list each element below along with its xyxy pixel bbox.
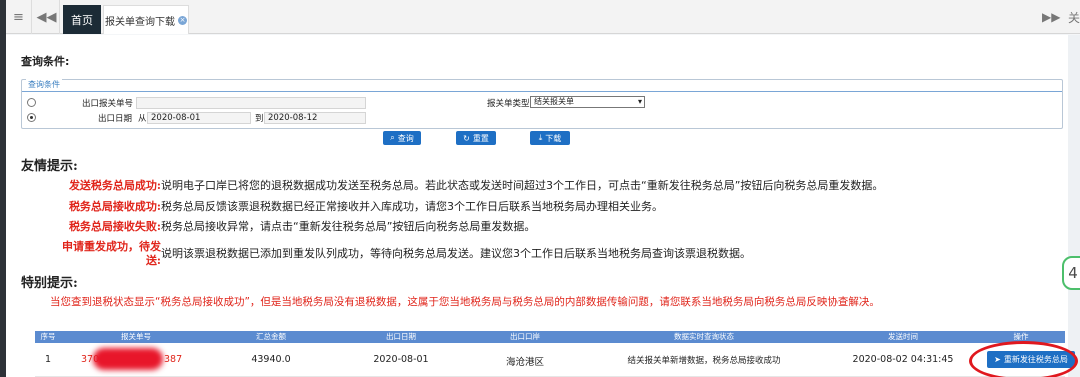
cell-port: 海沧港区 <box>505 357 544 368</box>
download-button[interactable]: ⤓ 下载 <box>530 131 570 145</box>
cell-amount: 43940.0 <box>251 354 291 365</box>
export-no-label: 出口报关单号 <box>82 99 134 109</box>
table-row: 1 370 387 43940.0 2020-08-01 海沧港区 结关报关单新… <box>35 343 1075 377</box>
scroll-right-icon[interactable]: ▶▶ <box>1042 0 1060 34</box>
from-date-input[interactable]: 2020-08-01 <box>147 112 251 124</box>
type-label: 报关单类型 <box>487 99 530 109</box>
friendly-tips-heading: 友情提示: <box>21 159 78 174</box>
declaration-type-select[interactable]: 结关报关单 <box>530 96 645 108</box>
cell-index: 1 <box>44 354 52 365</box>
tip-text: 税务总局反馈该票退税数据已经正常接收并入库成功，请您3个工作日后联系当地税务局办… <box>161 200 663 213</box>
right-gutter <box>1068 35 1080 377</box>
cell-export-date: 2020-08-01 <box>373 354 429 365</box>
radio-export-no[interactable] <box>27 98 36 107</box>
export-date-label: 出口日期 <box>98 114 133 124</box>
close-icon[interactable]: × <box>178 15 187 25</box>
export-no-input[interactable] <box>136 97 366 109</box>
special-tip-text: 当您查到退税状态显示“税务总局接收成功”，但是当地税务局没有退税数据，这属于您当… <box>50 296 880 308</box>
column-header: 出口日期 <box>386 332 416 341</box>
tip-key: 发送税务总局成功: <box>68 179 161 192</box>
divider <box>22 91 1062 92</box>
query-fieldset: 查询条件 出口报关单号 报关单类型 结关报关单 出口日期 从 2020-08-0… <box>21 79 1063 129</box>
fieldset-legend: 查询条件 <box>26 79 62 90</box>
radio-export-date[interactable] <box>27 113 36 122</box>
column-header: 序号 <box>40 332 56 341</box>
tab-home[interactable]: 首页 <box>63 5 101 34</box>
to-label: 到 <box>255 114 264 124</box>
cell-status: 结关报关单新增数据，税务总局接收成功 <box>627 356 781 366</box>
scroll-left-icon[interactable]: ◀◀ <box>34 0 60 34</box>
search-button[interactable]: ⌕ 查询 <box>383 131 421 145</box>
cell-sent-time: 2020-08-02 04:31:45 <box>852 354 954 365</box>
floating-widget[interactable]: 4 <box>1062 256 1080 290</box>
column-header: 出口口岸 <box>510 332 540 341</box>
column-header: 发送时间 <box>888 332 918 341</box>
tip-key: 税务总局接收成功: <box>68 200 161 213</box>
table-header: 序号 报关单号 汇总金额 出口日期 出口口岸 数据实时查询状态 发送时间 操作 <box>35 331 1065 343</box>
column-header: 数据实时查询状态 <box>674 332 734 341</box>
tip-key: 税务总局接收失败: <box>68 220 161 233</box>
tab-label: 报关单查询下载 <box>105 16 175 28</box>
column-header: 报关单号 <box>121 332 151 341</box>
query-title: 查询条件: <box>21 55 70 68</box>
tip-text: 说明该票退税数据已添加到重发队列成功，等待向税务总局发送。建议您3个工作日后联系… <box>161 247 751 260</box>
column-header: 汇总金额 <box>256 332 286 341</box>
reset-button[interactable]: ↻ 重置 <box>456 131 496 145</box>
special-tips-heading: 特别提示: <box>21 276 78 291</box>
tab-bar: ≡ ◀◀ 首页 报关单查询下载 × ▶▶ 关 <box>6 0 1080 34</box>
tip-text: 说明电子口岸已将您的退税数据成功发送至税务总局。若此状态或发送时间超过3个工作日… <box>161 179 884 192</box>
download-icon: ⤓ <box>538 133 543 142</box>
search-icon: ⌕ <box>390 133 395 142</box>
close-tabs-menu[interactable]: 关 <box>1068 0 1080 34</box>
highlight-annotation <box>969 341 1078 377</box>
to-date-input[interactable]: 2020-08-12 <box>264 112 366 124</box>
tip-key-continued: 送: <box>145 254 161 267</box>
tip-text: 税务总局接收异常，请点击“重新发往税务总局”按钮后向税务总局重发数据。 <box>161 220 536 233</box>
refresh-icon: ↻ <box>463 133 470 143</box>
redaction-mark <box>93 348 163 370</box>
from-label: 从 <box>138 114 147 124</box>
tab-declaration-query[interactable]: 报关单查询下载 × <box>103 5 189 34</box>
menu-toggle-icon[interactable]: ≡ <box>6 0 32 34</box>
cell-declaration-no-suffix[interactable]: 387 <box>164 354 182 365</box>
main-panel: 查询条件: 查询条件 出口报关单号 报关单类型 结关报关单 出口日期 从 202… <box>6 35 1075 377</box>
